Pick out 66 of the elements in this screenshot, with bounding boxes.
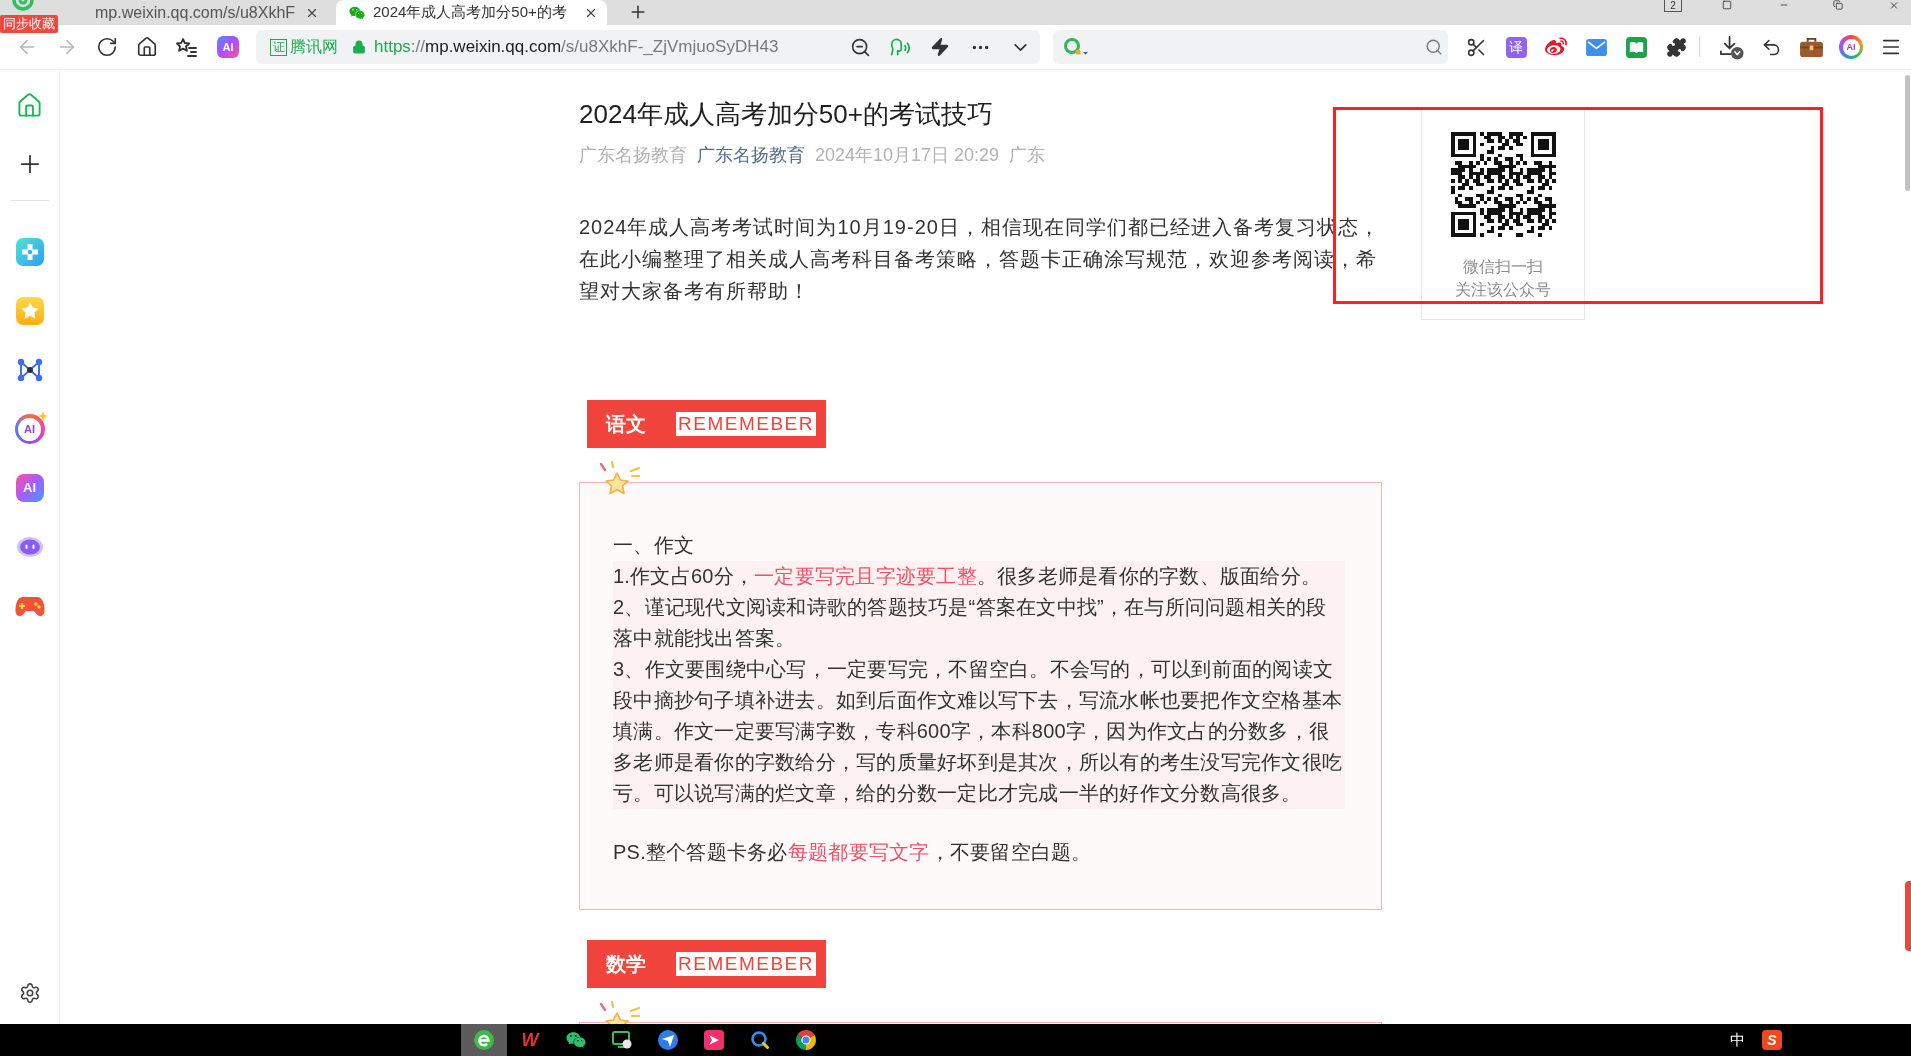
tip-paragraph: 2、谨记现代文阅读和诗歌的答题技巧是“答案在文中找”，在与所问问题相关的段落中就能找出答案。 [613, 595, 1328, 651]
cross-tile-icon[interactable] [15, 238, 44, 266]
taskbar-button[interactable] [461, 1024, 507, 1056]
section-heading: 一、作文 [613, 533, 695, 558]
ai-tile-button[interactable]: AI [15, 474, 44, 502]
qr-caption: 关注该公众号 [1455, 280, 1551, 300]
mail-icon[interactable] [1585, 38, 1607, 56]
subject-label: 数学 [606, 952, 646, 976]
settings-icon[interactable] [18, 982, 41, 1004]
weibo-icon[interactable] [1545, 36, 1567, 58]
star-list-icon[interactable] [176, 36, 198, 58]
taskbar-button[interactable]: W [507, 1024, 553, 1056]
scissors-icon[interactable] [1465, 36, 1487, 58]
search-icon[interactable] [1425, 38, 1443, 56]
article-title: 2024年成人高考加分50+的考试技巧 [579, 98, 994, 131]
chat-bubbles-icon [566, 1030, 586, 1050]
search-field[interactable] [1053, 30, 1448, 64]
window-count-button[interactable]: 2 [1664, 0, 1682, 12]
lock-icon [352, 40, 366, 54]
gamepad-icon[interactable] [14, 595, 45, 617]
location-text: 广东 [1009, 144, 1046, 167]
window-square-icon[interactable] [1722, 0, 1732, 10]
site-info-button[interactable]: 证 腾讯网 [270, 35, 338, 59]
chat-bubbles-icon [349, 4, 365, 21]
monitor-icon [612, 1031, 632, 1049]
qr-caption: 微信扫一扫 [1463, 257, 1543, 277]
tip-paragraph: 3、作文要围绕中心写，一定要写完，不留空白。不会写的，可以到前面的阅读文段中摘抄句子填补进去。如到后面作文难以写下去，写流水帐也要把作文空格基本填满。作文一定要写满字数，专科600字，本科800字，因为作文占的分数多，很多老师是看你的字数给分，写的质量好坏到是其次，所以有的考生没写完作文很吃亏。可以说写满的烂文章，给的分数一定比才完成一半的好作文分数高很多。 [613, 657, 1343, 806]
publish-date: 2024年10月17日 20:29 [815, 144, 1000, 167]
book-icon[interactable] [1625, 36, 1647, 58]
url-text: https://mp.weixin.qq.com/s/u8XkhF-_ZjVmjuoSyDH43 [374, 36, 779, 59]
remember-tag: REMEMEBER [676, 412, 816, 436]
robot-icon[interactable] [15, 535, 44, 559]
author-name: 广东名扬教育 [579, 144, 687, 167]
ai-ring-button[interactable]: AI [14, 414, 45, 444]
star-tile-icon[interactable] [15, 297, 44, 325]
browser-logo-icon [474, 1030, 494, 1050]
browser-tab[interactable]: 2024年成人高考加分50+的考 [336, 0, 607, 25]
sync-favorites-badge[interactable]: 同步收藏 [0, 15, 58, 33]
network-nodes-icon[interactable] [15, 356, 44, 384]
sogou-tray-button[interactable]: S [1762, 1030, 1782, 1050]
chrome-logo-icon [796, 1030, 816, 1050]
sparkle-icon [37, 411, 48, 421]
puzzle-icon[interactable] [1665, 36, 1687, 58]
translate-button[interactable]: 译 [1505, 36, 1527, 58]
browser-tab[interactable]: mp.weixin.qq.com/s/u8XkhF [78, 0, 328, 25]
search-ring-icon [750, 1030, 770, 1050]
ai-button[interactable]: AI [217, 36, 239, 58]
arrow-tile-icon [704, 1030, 724, 1050]
note-paragraph: PS.整个答题卡务必每题都要写文字，不要留空白题。 [613, 840, 1093, 865]
restore-icon[interactable] [1833, 0, 1843, 10]
tip-paragraph: 1.作文占60分，一定要写完且字迹要工整。很多老师是看你的字数、版面给分。 [613, 564, 1323, 589]
lightning-icon[interactable] [930, 37, 950, 57]
address-bar[interactable]: 证 腾讯网 https://mp.weixin.qq.com/s/u8XkhF-_ZjVmjuoSyDH43 [256, 30, 1040, 64]
zoom-out-icon[interactable] [849, 36, 871, 58]
remember-tag: REMEMEBER [676, 952, 816, 976]
ai-button[interactable]: AI [1839, 35, 1863, 59]
home-icon[interactable] [136, 36, 158, 58]
read-aloud-icon[interactable] [889, 36, 911, 58]
account-link[interactable]: 广东名扬教育 [697, 143, 805, 167]
briefcase-icon[interactable] [1799, 37, 1823, 57]
subject-label: 语文 [606, 412, 646, 436]
download-icon[interactable] [1718, 34, 1744, 60]
compass-icon [658, 1030, 678, 1050]
reload-icon[interactable] [96, 36, 118, 58]
input-method-indicator[interactable]: 中 [1730, 1030, 1745, 1050]
scrollbar-thumb[interactable] [1905, 75, 1910, 191]
